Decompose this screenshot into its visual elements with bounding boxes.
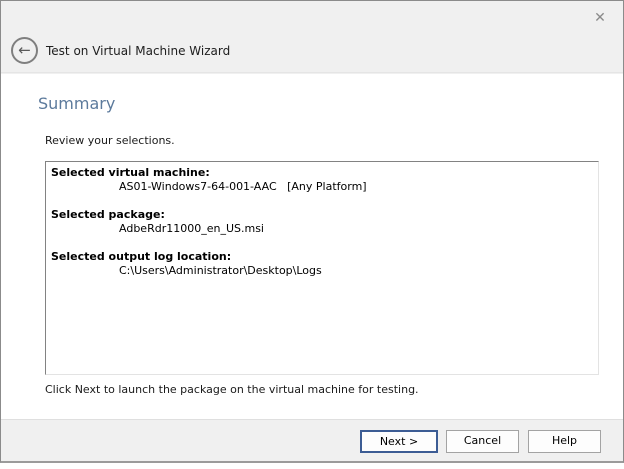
- wizard-title: Test on Virtual Machine Wizard: [46, 44, 230, 58]
- help-button[interactable]: Help: [528, 430, 601, 453]
- close-icon[interactable]: ✕: [589, 7, 611, 29]
- summary-item-output-log: Selected output log location: C:\Users\A…: [51, 250, 593, 278]
- wizard-window: ✕ ← Test on Virtual Machine Wizard Summa…: [0, 0, 624, 463]
- page-title: Summary: [38, 94, 115, 113]
- next-hint-text: Click Next to launch the package on the …: [45, 383, 419, 396]
- next-button[interactable]: Next >: [360, 430, 438, 453]
- summary-item-package: Selected package: AdbeRdr11000_en_US.msi: [51, 208, 593, 236]
- summary-value: AS01-Windows7-64-001-AAC [Any Platform]: [51, 180, 593, 194]
- summary-value: AdbeRdr11000_en_US.msi: [51, 222, 593, 236]
- summary-label: Selected virtual machine:: [51, 166, 593, 180]
- summary-item-virtual-machine: Selected virtual machine: AS01-Windows7-…: [51, 166, 593, 194]
- summary-panel: Selected virtual machine: AS01-Windows7-…: [45, 161, 599, 375]
- summary-value: C:\Users\Administrator\Desktop\Logs: [51, 264, 593, 278]
- wizard-body: Summary Review your selections. Selected…: [1, 74, 623, 420]
- summary-label: Selected package:: [51, 208, 593, 222]
- back-button[interactable]: ←: [11, 37, 38, 64]
- screen: ✕ ← Test on Virtual Machine Wizard Summa…: [0, 0, 624, 469]
- cancel-button[interactable]: Cancel: [446, 430, 519, 453]
- button-bar: Next > Cancel Help: [1, 419, 623, 461]
- summary-label: Selected output log location:: [51, 250, 593, 264]
- instruction-text: Review your selections.: [45, 134, 175, 147]
- back-arrow-icon: ←: [18, 41, 31, 59]
- wizard-header: ✕ ← Test on Virtual Machine Wizard: [1, 1, 623, 73]
